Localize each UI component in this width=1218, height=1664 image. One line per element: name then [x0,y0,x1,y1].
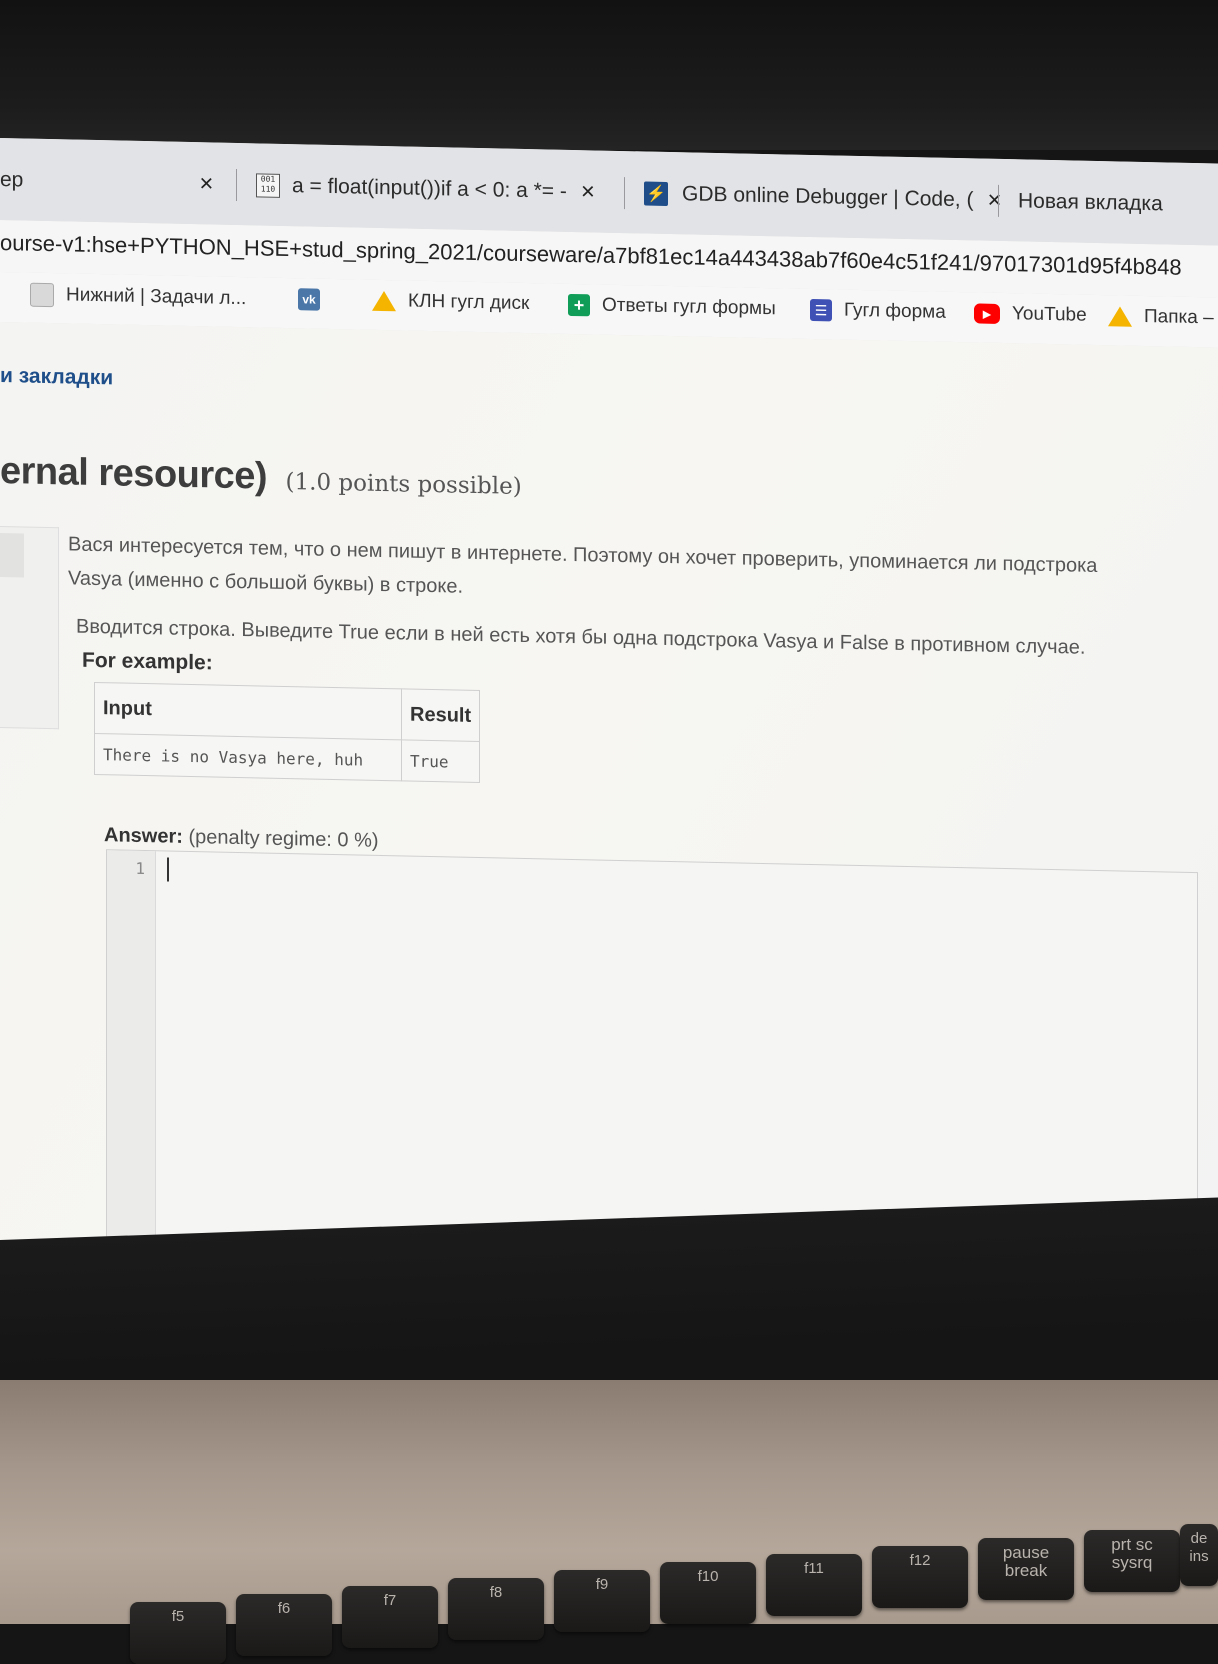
key-f9: f9 [554,1570,650,1632]
bookmark-label: Гугл форма [844,299,946,323]
table-cell: True [401,739,480,783]
lightning-icon: ⚡ [644,181,668,206]
key-f7: f7 [342,1586,438,1648]
tab-title: Новая вкладка [1018,189,1163,216]
key-f11: f11 [766,1554,862,1616]
bookmark-kln-drive[interactable]: КЛН гугл диск [372,290,529,315]
table-row: There is no Vasya here, huh True [94,733,480,783]
tab-new-tab[interactable]: Новая вкладка [1018,179,1163,226]
browser-screen: ep × 001 110 a = float(input())if a < 0: … [0,138,1218,1314]
tab-separator [624,177,625,210]
key-f6: f6 [236,1594,332,1656]
close-icon[interactable]: × [987,187,1001,215]
close-icon[interactable]: × [581,178,595,206]
bookmark-folder[interactable]: Папка – [1108,305,1214,329]
google-forms-icon: ☰ [810,298,832,322]
key-f12: f12 [872,1546,968,1608]
code-file-icon: 001 110 [256,173,280,198]
bookmarks-link[interactable]: и закладки [0,364,113,390]
bookmark-vk[interactable]: vk [298,288,332,311]
tab-gdb-debugger[interactable]: ⚡ GDB online Debugger | Code, ( × [644,171,1001,222]
text-cursor [167,857,169,882]
tab-title: GDB online Debugger | Code, ( [682,182,974,212]
bookmark-forms-answers[interactable]: + Ответы гугл формы [568,293,776,320]
question-heading: ernal resource) (1.0 points possible) [0,450,522,504]
close-icon[interactable]: × [199,170,213,198]
bookmark-label: Ответы гугл формы [602,294,776,320]
penalty-regime: (penalty regime: 0 %) [188,825,379,852]
vk-icon: vk [298,288,320,311]
key-prt-sc: prt sc sysrq [1084,1530,1180,1592]
column-header: Result [401,688,480,742]
page-title: ernal resource) [0,450,268,498]
google-sheets-icon: + [568,293,590,317]
question-info-inner [0,533,24,578]
youtube-icon: ▶ [974,303,1000,324]
key-pause-break: pause break [978,1538,1074,1600]
laptop-keyboard-deck: f5 f6 f7 f8 f9 f10 f11 f12 pause break p… [0,1380,1218,1664]
bookmark-google-form[interactable]: ☰ Гугл форма [810,298,946,324]
key-f10: f10 [660,1562,756,1624]
bookmark-label: КЛН гугл диск [408,290,530,315]
page-content: и закладки ernal resource) (1.0 points p… [0,322,1218,1314]
question-info-box [0,526,59,730]
bookmark-youtube[interactable]: ▶ YouTube [974,302,1087,326]
google-drive-icon [372,290,396,312]
editor-gutter: 1 [107,850,156,1272]
google-drive-icon [1108,306,1132,327]
answer-title: Answer: [104,824,183,848]
line-number: 1 [135,858,145,879]
tab-separator [236,168,237,201]
table-header-row: Input Result [94,682,480,742]
bookmark-label: YouTube [1012,303,1087,326]
bookmark-label: Нижний | Задачи л... [66,284,247,310]
table-cell: There is no Vasya here, huh [94,733,402,781]
tab-partial[interactable]: ep × [0,158,213,206]
key-f5: f5 [130,1602,226,1664]
column-header: Input [94,682,402,740]
monitor-bezel-top [0,0,1218,150]
tab-title: ep [0,168,24,192]
example-table: Input Result There is no Vasya here, huh… [94,681,481,784]
bookmark-label: Папка – [1144,305,1214,329]
key-delete: de ins [1180,1524,1218,1586]
page-icon [30,282,54,308]
answer-label: Answer: (penalty regime: 0 %) [104,824,379,853]
tab-separator [998,184,999,217]
tab-python-code[interactable]: 001 110 a = float(input())if a < 0: a *= … [256,163,595,214]
bookmark-nizhny[interactable]: Нижний | Задачи л... [30,282,247,312]
question-text: Вася интересуется тем, что о нем пишут в… [68,527,1188,700]
points-possible: (1.0 points possible) [285,468,522,500]
tab-title: a = float(input())if a < 0: a *= - [292,174,567,203]
key-f8: f8 [448,1578,544,1640]
